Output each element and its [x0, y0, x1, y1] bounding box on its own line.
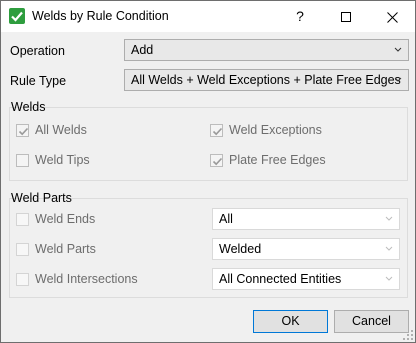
weld-ends-dropdown[interactable]: All [212, 208, 400, 230]
weld-exceptions-label: Weld Exceptions [229, 123, 322, 137]
weld-ends-label: Weld Ends [35, 212, 96, 226]
welds-group [9, 107, 408, 181]
weld-parts-label: Weld Parts [35, 242, 96, 256]
operation-dropdown[interactable]: Add [124, 39, 409, 61]
close-button[interactable] [369, 1, 415, 32]
ok-button[interactable]: OK [253, 310, 328, 333]
weld-intersections-label: Weld Intersections [35, 272, 138, 286]
chevron-down-icon [394, 77, 402, 82]
rule-type-value: All Welds + Weld Exceptions + Plate Free… [131, 73, 401, 87]
maximize-icon [341, 12, 351, 23]
plate-free-edges-label: Plate Free Edges [229, 153, 326, 167]
title-bar[interactable]: Welds by Rule Condition ? [1, 1, 415, 32]
weld-tips-checkbox[interactable] [16, 154, 29, 167]
weld-parts-checkbox[interactable] [16, 243, 29, 256]
close-icon [386, 11, 398, 23]
weld-intersections-dropdown[interactable]: All Connected Entities [212, 268, 400, 290]
chevron-down-icon [385, 216, 393, 221]
welds-group-title: Welds [11, 100, 46, 114]
dialog-window: Welds by Rule Condition ? Operation Add … [0, 0, 416, 343]
weld-intersections-value: All Connected Entities [219, 272, 342, 286]
check-icon [212, 127, 223, 136]
check-icon [18, 127, 29, 136]
weld-exceptions-checkbox[interactable] [210, 124, 223, 137]
help-button[interactable]: ? [277, 1, 323, 32]
chevron-down-icon [394, 47, 402, 52]
operation-label: Operation [10, 44, 65, 58]
check-icon [212, 157, 223, 166]
rule-type-label: Rule Type [10, 74, 67, 88]
plate-free-edges-checkbox[interactable] [210, 154, 223, 167]
all-welds-checkbox[interactable] [16, 124, 29, 137]
maximize-button[interactable] [323, 1, 369, 32]
weld-ends-checkbox[interactable] [16, 213, 29, 226]
weld-tips-label: Weld Tips [35, 153, 90, 167]
chevron-down-icon [385, 276, 393, 281]
rule-type-dropdown[interactable]: All Welds + Weld Exceptions + Plate Free… [124, 69, 409, 91]
weld-ends-value: All [219, 212, 233, 226]
all-welds-label: All Welds [35, 123, 87, 137]
window-title: Welds by Rule Condition [32, 9, 169, 23]
cancel-button[interactable]: Cancel [334, 310, 409, 333]
weld-parts-dropdown[interactable]: Welded [212, 238, 400, 260]
operation-value: Add [131, 43, 154, 57]
chevron-down-icon [385, 246, 393, 251]
resize-grip-icon[interactable] [403, 330, 413, 340]
weld-parts-value: Welded [219, 242, 262, 256]
weld-parts-group-title: Weld Parts [11, 191, 72, 205]
weld-intersections-checkbox[interactable] [16, 273, 29, 286]
checkmark-app-icon [9, 8, 25, 24]
